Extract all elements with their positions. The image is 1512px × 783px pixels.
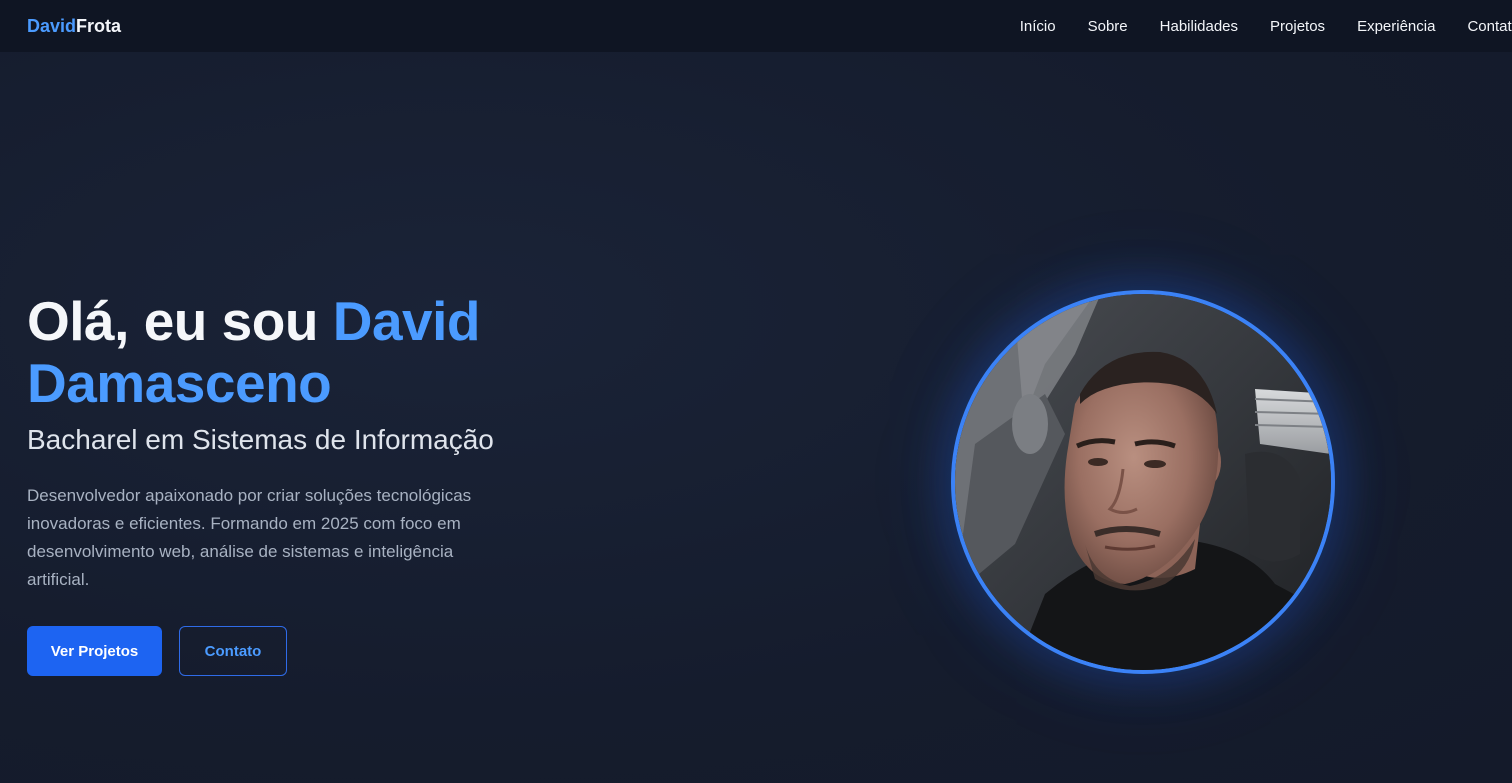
nav-link-contato[interactable]: Contato [1467,18,1512,35]
hero-title: Olá, eu sou David Damasceno [27,290,547,414]
nav-links: Início Sobre Habilidades Projetos Experi… [1020,0,1512,52]
nav-link-habilidades[interactable]: Habilidades [1160,18,1238,35]
contato-button[interactable]: Contato [179,626,287,676]
hero-name-first: David [332,290,481,352]
profile-photo-icon [955,294,1331,670]
hero-greeting: Olá, eu sou [27,290,333,352]
nav-link-inicio[interactable]: Início [1020,18,1056,35]
navbar: DavidFrota Início Sobre Habilidades Proj… [0,0,1512,52]
hero-subtitle: Bacharel em Sistemas de Informação [27,424,494,455]
logo-first: David [27,15,77,36]
nav-link-projetos[interactable]: Projetos [1270,18,1325,35]
hero-name-last: Damasceno [27,352,332,414]
hero-buttons: Ver Projetos Contato [27,626,547,676]
page: DavidFrota Início Sobre Habilidades Proj… [0,0,1512,783]
hero-description: Desenvolvedor apaixonado por criar soluç… [27,486,472,589]
site-logo[interactable]: DavidFrota [27,16,121,37]
nav-link-experiencia[interactable]: Experiência [1357,18,1435,35]
nav-link-sobre[interactable]: Sobre [1088,18,1128,35]
logo-second: Frota [76,15,122,36]
hero-section: Olá, eu sou David Damasceno Bacharel em … [27,290,547,676]
ver-projetos-button[interactable]: Ver Projetos [27,626,162,676]
profile-photo [951,290,1335,674]
